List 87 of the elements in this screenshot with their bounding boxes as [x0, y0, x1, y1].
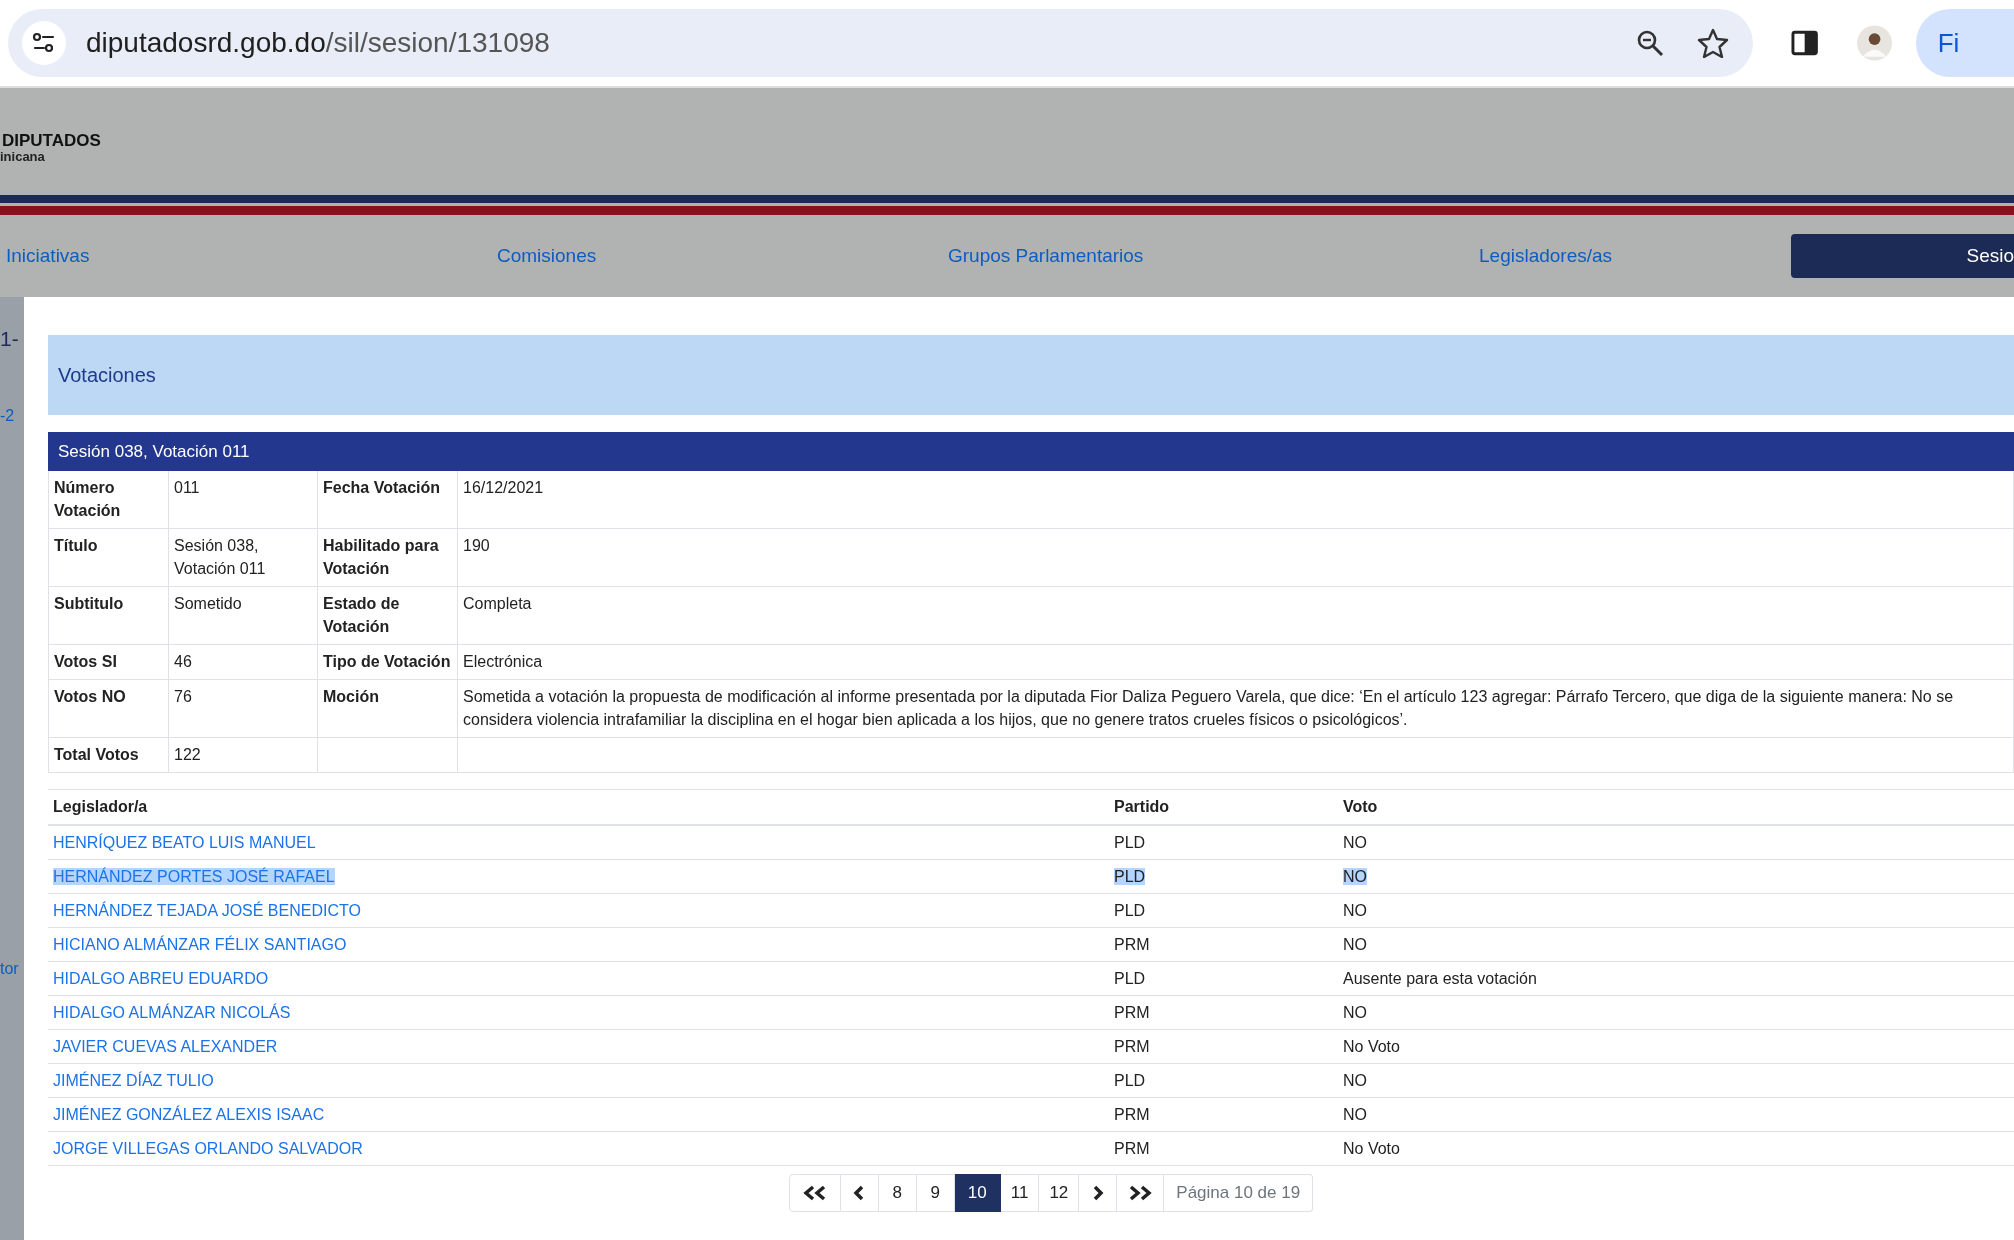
- field-label: Tipo de Votación: [317, 644, 458, 680]
- field-value: Completa: [457, 586, 2014, 645]
- previous-page-button[interactable]: [840, 1174, 879, 1212]
- legislator-link[interactable]: JORGE VILLEGAS ORLANDO SALVADOR: [53, 1140, 363, 1157]
- next-page-button[interactable]: [1079, 1174, 1118, 1212]
- field-value: 16/12/2021: [457, 471, 2014, 529]
- star-icon[interactable]: [1697, 28, 1730, 58]
- field-label: Título: [48, 528, 169, 587]
- vote-text: NO: [1343, 1072, 1367, 1089]
- page-button[interactable]: 12: [1039, 1174, 1080, 1212]
- double-chevron-left-icon: [801, 1185, 828, 1201]
- field-value: 46: [168, 644, 318, 680]
- party-text: PRM: [1114, 1004, 1150, 1021]
- vote-text: NO: [1343, 868, 1367, 885]
- page-info: Página 10 de 19: [1164, 1174, 1314, 1212]
- zoom-icon[interactable]: [1635, 28, 1666, 58]
- legislator-link[interactable]: HICIANO ALMÁNZAR FÉLIX SANTIAGO: [53, 936, 347, 953]
- legislator-link[interactable]: HIDALGO ABREU EDUARDO: [53, 970, 269, 987]
- party-text: PLD: [1114, 868, 1146, 885]
- field-value: Sesión 038, Votación 011: [168, 528, 318, 587]
- vote-text: NO: [1343, 1106, 1367, 1123]
- column-header: Partido: [1109, 789, 1338, 825]
- logo-subtext: inicana: [0, 150, 46, 163]
- nav-link[interactable]: Grupos Parlamentarios: [942, 234, 1144, 278]
- field-value: Electrónica: [457, 644, 2014, 680]
- legislator-link[interactable]: JAVIER CUEVAS ALEXANDER: [53, 1038, 278, 1055]
- vote-text: NO: [1343, 834, 1367, 851]
- vote-text: No Voto: [1343, 1038, 1400, 1055]
- vote-text: Ausente para esta votación: [1343, 970, 1537, 987]
- party-text: PRM: [1114, 936, 1150, 953]
- legislator-link[interactable]: HIDALGO ALMÁNZAR NICOLÁS: [53, 1004, 291, 1021]
- address-bar[interactable]: diputadosrd.gob.do/sil/sesion/131098: [8, 9, 1754, 77]
- vote-text: NO: [1343, 1004, 1367, 1021]
- field-value: 190: [457, 528, 2014, 587]
- field-label: Votos SI: [48, 644, 169, 680]
- field-label: Moción: [317, 679, 458, 738]
- nav-link[interactable]: Iniciativas: [0, 234, 90, 278]
- vote-text: NO: [1343, 936, 1367, 953]
- logo-text: DIPUTADOS: [2, 132, 102, 150]
- field-label: Subtitulo: [48, 586, 169, 645]
- background-text: 1-: [0, 327, 19, 351]
- field-label: Número Votación: [48, 471, 169, 529]
- page-button[interactable]: 9: [916, 1174, 955, 1212]
- field-value: Sometida a votación la propuesta de modificación al informe presentada por la diputada Fior Daliza Peguero Varela, que dice: ‘En el artículo 123 agregar: Párrafo Tercero, que diga de la siguiente manera: No se considera violencia intrafamiliar la disciplina en el hogar bien aplicada a los hijos, que no genere tratos crueles físicos o psicológicos’.: [457, 679, 2014, 738]
- legislator-link[interactable]: HERNÁNDEZ PORTES JOSÉ RAFAEL: [53, 868, 335, 885]
- field-label: Fecha Votación: [317, 471, 458, 529]
- legislator-link[interactable]: JIMÉNEZ DÍAZ TULIO: [53, 1072, 214, 1089]
- nav-link[interactable]: Legisladores/as: [1473, 234, 1613, 278]
- site-settings-icon[interactable]: [22, 21, 66, 65]
- vote-text: NO: [1343, 902, 1367, 919]
- page-button[interactable]: 8: [878, 1174, 917, 1212]
- nav-link[interactable]: Sesio: [1791, 234, 2014, 278]
- party-text: PLD: [1114, 902, 1146, 919]
- legislator-link[interactable]: JIMÉNEZ GONZÁLEZ ALEXIS ISAAC: [53, 1106, 325, 1123]
- first-page-button[interactable]: [788, 1174, 841, 1212]
- party-text: PLD: [1114, 970, 1146, 987]
- background-text: -2: [0, 407, 15, 425]
- legislator-link[interactable]: HENRÍQUEZ BEATO LUIS MANUEL: [53, 834, 316, 851]
- field-label: Estado de Votación: [317, 586, 458, 645]
- legislator-link[interactable]: HERNÁNDEZ TEJADA JOSÉ BENEDICTO: [53, 902, 361, 919]
- url-text[interactable]: diputadosrd.gob.do/sil/sesion/131098: [86, 27, 550, 59]
- section-title: Sesión 038, Votación 011: [58, 441, 250, 462]
- party-text: PRM: [1114, 1106, 1150, 1123]
- avatar-icon[interactable]: [1856, 25, 1892, 61]
- last-page-button[interactable]: [1117, 1174, 1165, 1212]
- nav-link[interactable]: Comisiones: [491, 234, 597, 278]
- party-text: PLD: [1114, 834, 1146, 851]
- field-label: Votos NO: [48, 679, 169, 738]
- column-header: Voto: [1338, 789, 2014, 825]
- party-text: PRM: [1114, 1038, 1150, 1055]
- field-value: 76: [168, 679, 318, 738]
- column-header: Legislador/a: [48, 789, 1109, 825]
- profile-button[interactable]: Fi: [1915, 9, 2014, 77]
- background-text: tor: [0, 960, 19, 978]
- double-chevron-right-icon: [1127, 1185, 1154, 1201]
- field-value: Sometido: [168, 586, 318, 645]
- field-label: Habilitado para Votación: [317, 528, 458, 587]
- modal-title: Votaciones: [58, 363, 156, 387]
- side-panel-icon[interactable]: [1791, 30, 1819, 56]
- field-value: 122: [168, 737, 318, 773]
- field-value: 011: [168, 471, 318, 529]
- page-button[interactable]: 10: [954, 1174, 1001, 1212]
- party-text: PLD: [1114, 1072, 1146, 1089]
- field-label: Total Votos: [48, 737, 169, 773]
- vote-text: No Voto: [1343, 1140, 1400, 1157]
- party-text: PRM: [1114, 1140, 1150, 1157]
- page-button[interactable]: 11: [1000, 1174, 1040, 1212]
